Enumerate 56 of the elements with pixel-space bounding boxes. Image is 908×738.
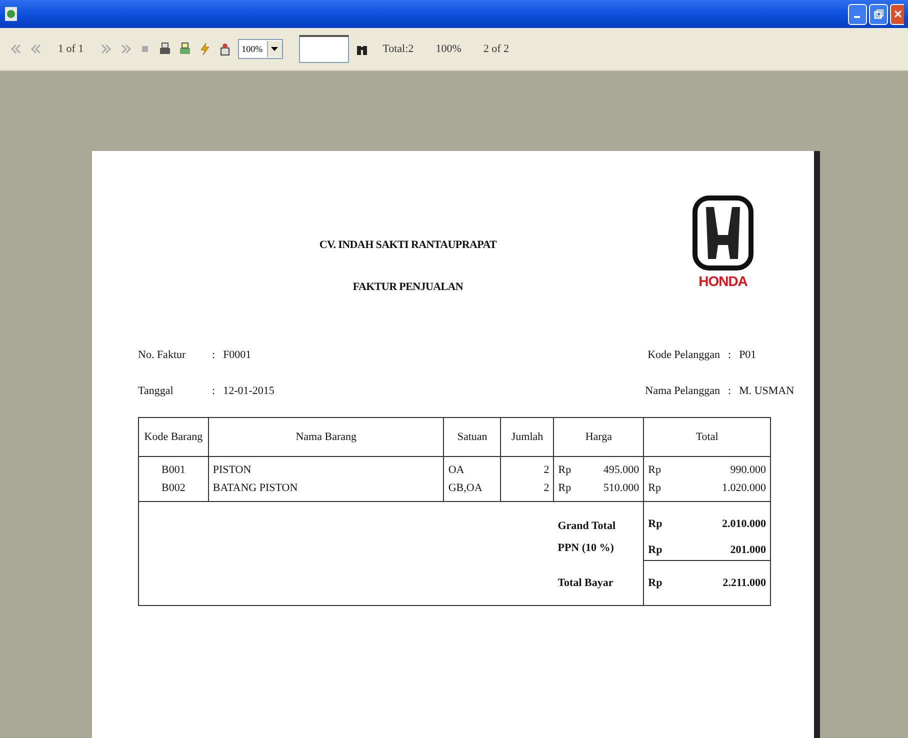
- table-cell: B002: [138, 479, 208, 502]
- page-indicator: 1 of 1: [58, 43, 84, 55]
- summary-value: Rp 201.000: [648, 543, 766, 558]
- field-label: Nama Pelanggan: [644, 385, 720, 397]
- table-cell: BATANG PISTON: [208, 479, 444, 502]
- field-separator: :: [728, 385, 732, 397]
- table-cell: 2: [500, 456, 554, 479]
- lightning-icon[interactable]: [198, 42, 212, 56]
- company-name: CV. INDAH SAKTI RANTAUPRAPAT: [319, 239, 497, 251]
- column-header: Jumlah: [500, 418, 554, 456]
- field-separator: :: [728, 349, 732, 361]
- field-separator: :: [212, 385, 216, 397]
- column-header: Total: [644, 418, 770, 456]
- field-value: P01: [739, 349, 756, 361]
- field-value: 12-01-2015: [223, 385, 274, 397]
- field-label: No. Faktur: [138, 349, 187, 361]
- summary-value: Rp 2.211.000: [648, 576, 766, 591]
- column-header: Harga: [554, 418, 644, 456]
- logo-text: HONDA: [698, 273, 748, 289]
- column-header: Satuan: [444, 418, 501, 456]
- table-cell: Rp 510.000: [554, 479, 644, 502]
- table-cell: PISTON: [208, 456, 444, 479]
- summary-label: Grand Total: [558, 520, 617, 532]
- table-cell: OA: [444, 456, 501, 479]
- table-cell: B001: [138, 456, 208, 479]
- print-icon[interactable]: [158, 42, 172, 56]
- zoom-percent: 100%: [436, 43, 462, 55]
- table-cell: Rp 495.000: [554, 456, 644, 479]
- total-count: Total:2: [382, 43, 414, 55]
- table-cell: GB,OA: [444, 479, 501, 502]
- search-field[interactable]: [298, 35, 349, 63]
- field-value: F0001: [223, 349, 252, 361]
- field-label: Kode Pelanggan: [646, 349, 720, 361]
- table-cell: 2: [500, 479, 554, 502]
- summary-value: Rp 2.010.000: [648, 517, 766, 532]
- report-title: FAKTUR PENJUALAN: [352, 281, 464, 293]
- field-value: M. USMAN: [739, 385, 794, 397]
- summary-label: PPN (10 %): [558, 542, 615, 554]
- column-header: Kode Barang: [138, 418, 208, 456]
- app-icon: [4, 6, 18, 22]
- table-cell: Rp 990.000: [644, 456, 770, 479]
- restore-icon: [874, 9, 884, 19]
- column-header: Nama Barang: [208, 418, 444, 456]
- minimize-button[interactable]: [848, 4, 867, 24]
- field-separator: :: [212, 349, 216, 361]
- close-icon: [894, 9, 902, 19]
- emblem-icon: [692, 195, 754, 271]
- summary-label: Total Bayar: [558, 576, 614, 589]
- field-label: Tanggal: [138, 385, 174, 397]
- export-icon[interactable]: [178, 42, 192, 56]
- restore-button[interactable]: [869, 4, 888, 24]
- table-cell: Rp 1.020.000: [644, 479, 770, 502]
- zoom-dropdown[interactable]: 100%: [238, 39, 283, 59]
- caret-icon: [271, 47, 278, 51]
- close-button[interactable]: [890, 4, 904, 24]
- page-count: 2 of 2: [483, 43, 510, 55]
